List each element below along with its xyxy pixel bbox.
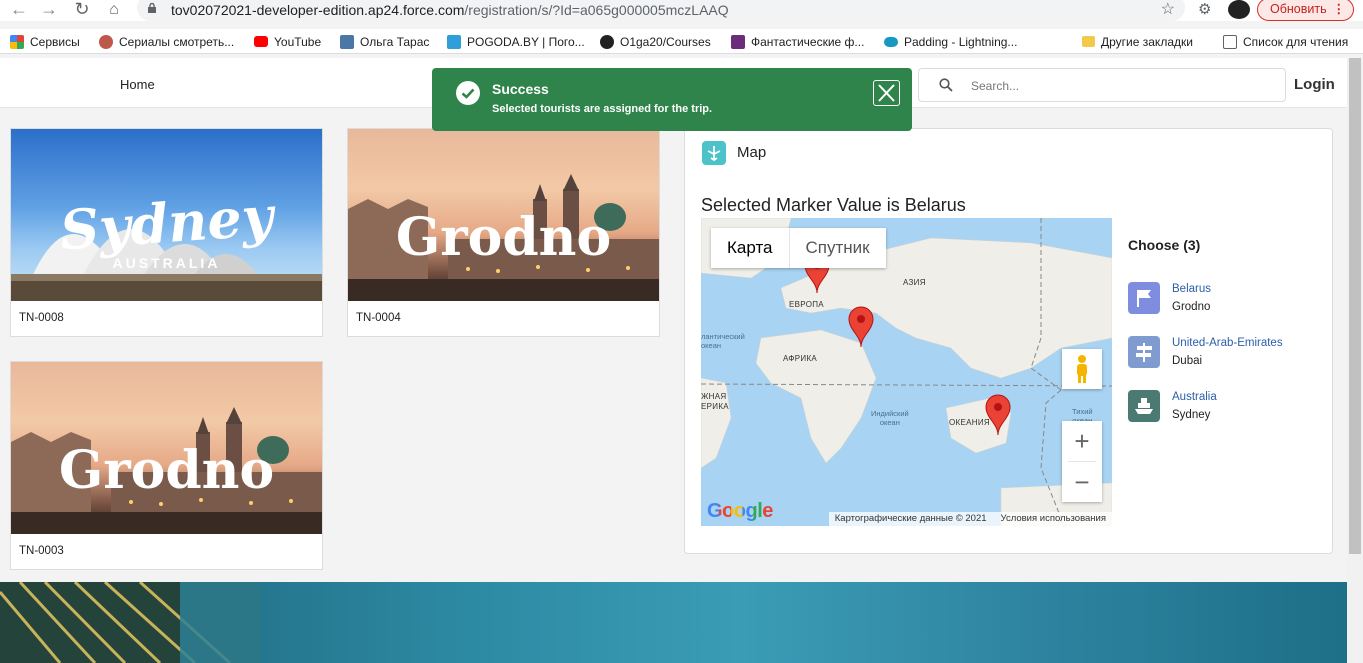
trip-card[interactable]: Grodno TN-0003	[10, 361, 323, 570]
location-item-uae[interactable]: United-Arab-Emirates Dubai	[1128, 336, 1318, 376]
success-toast: Success Selected tourists are assigned f…	[432, 68, 912, 131]
map-type-satellite[interactable]: Спутник	[788, 228, 886, 268]
location-city: Sydney	[1172, 409, 1211, 421]
success-icon	[456, 81, 480, 105]
youtube-icon	[254, 36, 268, 47]
page-scrollbar[interactable]	[1347, 58, 1363, 663]
folder-icon	[1082, 36, 1095, 47]
region-label: АЗИЯ	[903, 278, 926, 287]
palm-leaf-illustration	[0, 582, 260, 663]
location-item-belarus[interactable]: Belarus Grodno	[1128, 282, 1318, 322]
map-data-credit: Картографические данные © 2021	[834, 513, 987, 524]
search-placeholder: Search...	[971, 79, 1020, 93]
trip-card[interactable]: Sydney AUSTRALIA TN-0008	[10, 128, 323, 337]
ocean-label: лантический океан	[701, 332, 745, 350]
region-label: ОКЕАНИЯ	[949, 418, 990, 427]
map-marker-icon[interactable]	[985, 394, 1011, 436]
trip-image: Sydney AUSTRALIA	[11, 129, 322, 301]
scrollbar-thumb[interactable]	[1349, 58, 1361, 554]
location-country-link[interactable]: United-Arab-Emirates	[1172, 337, 1283, 349]
bookmark-item[interactable]: O1ga20/Courses	[600, 33, 711, 50]
avatar[interactable]	[1228, 0, 1250, 19]
bookmark-item[interactable]: Сериалы смотреть...	[99, 33, 234, 50]
trip-number: TN-0008	[19, 312, 64, 324]
toast-title: Success	[492, 81, 549, 97]
address-bar[interactable]: tov02072021-developer-edition.ap24.force…	[137, 0, 1185, 21]
apps-icon	[10, 34, 24, 49]
site-icon	[99, 34, 113, 49]
location-city: Dubai	[1172, 355, 1203, 367]
url-text: tov02072021-developer-edition.ap24.force…	[171, 2, 729, 18]
location-city: Grodno	[1172, 301, 1211, 313]
salesforce-cloud-icon	[884, 36, 898, 47]
site-icon	[731, 34, 745, 49]
trip-card[interactable]: Grodno TN-0004	[347, 128, 660, 337]
toast-message: Selected tourists are assigned for the t…	[492, 103, 713, 115]
github-icon	[600, 34, 614, 49]
map-type-control: Карта Спутник	[711, 228, 886, 268]
reload-icon[interactable]: ↻	[71, 0, 93, 19]
map-type-map[interactable]: Карта	[711, 228, 789, 268]
map-marker-icon[interactable]	[848, 306, 874, 348]
zoom-control: + −	[1062, 421, 1102, 502]
bookmark-item[interactable]: POGODA.BY | Пого...	[447, 33, 585, 50]
bookmark-folder[interactable]: Другие закладки	[1082, 33, 1193, 50]
back-icon[interactable]: ←	[8, 0, 30, 19]
card-title: Map	[737, 144, 767, 161]
update-button[interactable]: Обновить ⋮	[1257, 0, 1354, 21]
google-map[interactable]: ЕВРОПА АЗИЯ АФРИКА ОКЕАНИЯ лантический о…	[701, 218, 1112, 526]
ocean-label: Индийский океан	[871, 409, 909, 427]
nav-home[interactable]: Home	[120, 77, 155, 92]
map-card: Map Selected Marker Value is Belarus ЕВР…	[684, 128, 1333, 554]
lock-icon	[148, 2, 156, 13]
extensions-icon[interactable]: ⚙	[1198, 0, 1216, 18]
google-logo[interactable]: Google	[707, 500, 773, 523]
map-attribution: Картографические данные © 2021 Условия ис…	[828, 512, 1112, 526]
image-caption: Grodno	[58, 440, 275, 501]
hero-banner	[0, 582, 1347, 663]
trip-image: Grodno	[348, 129, 659, 301]
forward-icon[interactable]: →	[38, 0, 60, 19]
image-subcaption: AUSTRALIA	[112, 255, 221, 271]
trip-number: TN-0003	[19, 545, 64, 557]
bookmark-item[interactable]: Ольга Тарас	[340, 33, 429, 50]
zoom-in-button[interactable]: +	[1062, 421, 1102, 461]
street-view-pegman-icon[interactable]	[1062, 349, 1102, 389]
login-link[interactable]: Login	[1294, 76, 1335, 93]
region-label: ЖНАЯ ЕРИКА	[701, 392, 729, 411]
signpost-icon	[1128, 336, 1160, 368]
bookmark-item[interactable]: Фантастические ф...	[731, 33, 864, 50]
reading-list[interactable]: Список для чтения	[1223, 33, 1348, 50]
more-icon: ⋮	[1332, 2, 1346, 16]
location-list-title: Choose (3)	[1128, 237, 1201, 253]
region-label: ЕВРОПА	[789, 300, 824, 309]
bookmark-item[interactable]: YouTube	[254, 33, 321, 50]
bookmark-item[interactable]: Padding - Lightning...	[884, 33, 1017, 50]
bookmark-star-icon[interactable]: ☆	[1161, 0, 1175, 19]
vk-icon	[340, 34, 354, 49]
image-caption: Grodno	[395, 207, 612, 268]
home-icon[interactable]: ⌂	[103, 0, 125, 19]
pogoda-icon	[447, 34, 461, 49]
selected-marker-text: Selected Marker Value is Belarus	[701, 195, 966, 215]
close-icon[interactable]	[873, 80, 900, 106]
location-country-link[interactable]: Australia	[1172, 391, 1217, 403]
bookmark-item[interactable]: Сервисы	[10, 33, 80, 50]
browser-toolbar: ← → ↻ ⌂ tov02072021-developer-edition.ap…	[0, 0, 1363, 21]
trip-number: TN-0004	[356, 312, 401, 324]
zoom-out-button[interactable]: −	[1062, 462, 1102, 502]
google-wordmark: Google	[707, 500, 773, 522]
location-country-link[interactable]: Belarus	[1172, 283, 1211, 295]
flag-icon	[1128, 282, 1160, 314]
terms-link[interactable]: Условия использования	[1001, 513, 1106, 524]
ship-icon	[1128, 390, 1160, 422]
search-icon	[939, 78, 953, 92]
map-icon	[702, 141, 726, 165]
region-label: АФРИКА	[783, 354, 818, 363]
trip-image: Grodno	[11, 362, 322, 534]
location-item-australia[interactable]: Australia Sydney	[1128, 390, 1318, 430]
bookmarks-bar: Сервисы Сериалы смотреть... YouTube Ольг…	[0, 29, 1363, 54]
search-input[interactable]: Search...	[918, 68, 1286, 102]
reading-list-icon	[1223, 34, 1237, 49]
